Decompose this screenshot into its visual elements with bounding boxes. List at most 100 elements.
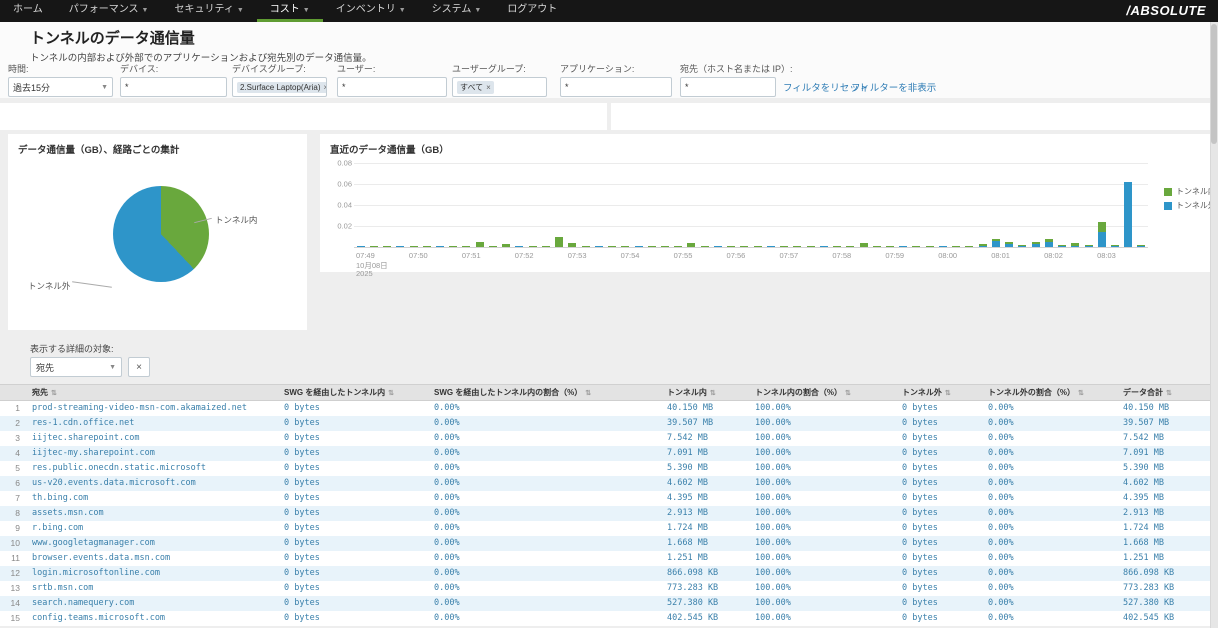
destination-host-link[interactable]: search.namequery.com	[28, 596, 280, 611]
destination-host-link[interactable]: r.bing.com	[28, 521, 280, 536]
table-row[interactable]: 12login.microsoftonline.com0 bytes0.00%8…	[0, 566, 1210, 581]
remove-chip-icon[interactable]: ×	[486, 83, 491, 92]
stacked-bar[interactable]	[1018, 245, 1026, 247]
sort-icon[interactable]: ⇅	[845, 390, 851, 397]
filter-input[interactable]: *	[120, 77, 227, 97]
nav-item[interactable]: パフォーマンス▼	[56, 0, 162, 22]
stacked-bar[interactable]	[1124, 182, 1132, 247]
column-header[interactable]: 宛先⇅	[28, 385, 280, 401]
filter-input[interactable]: *	[560, 77, 672, 97]
scrollbar[interactable]	[1210, 22, 1218, 628]
stacked-bar[interactable]	[410, 246, 418, 247]
stacked-bar[interactable]	[1085, 245, 1093, 247]
table-row[interactable]: 5res.public.onecdn.static.microsoft0 byt…	[0, 461, 1210, 476]
stacked-bar[interactable]	[635, 246, 643, 247]
column-header[interactable]: トンネル内⇅	[663, 385, 751, 401]
stacked-bar[interactable]	[807, 246, 815, 247]
stacked-bar[interactable]	[357, 246, 365, 247]
destination-host-link[interactable]: prod-streaming-video-msn-com.akamaized.n…	[28, 401, 280, 416]
nav-item[interactable]: システム▼	[419, 0, 495, 22]
filter-input[interactable]: 2.Surface Laptop(Aria)×	[232, 77, 327, 97]
stacked-bar[interactable]	[621, 246, 629, 247]
stacked-bar[interactable]	[939, 246, 947, 247]
column-header[interactable]: トンネル外⇅	[898, 385, 984, 401]
nav-item[interactable]: インベントリ▼	[323, 0, 419, 22]
stacked-bar[interactable]	[899, 246, 907, 247]
stacked-bar[interactable]	[370, 246, 378, 247]
stacked-bar[interactable]	[1071, 243, 1079, 247]
sort-icon[interactable]: ⇅	[388, 390, 394, 397]
stacked-bar[interactable]	[529, 246, 537, 247]
destination-host-link[interactable]: us-v20.events.data.microsoft.com	[28, 476, 280, 491]
table-row[interactable]: 15config.teams.microsoft.com0 bytes0.00%…	[0, 611, 1210, 626]
table-row[interactable]: 1prod-streaming-video-msn-com.akamaized.…	[0, 401, 1210, 416]
stacked-bar[interactable]	[701, 246, 709, 247]
stacked-bar[interactable]	[568, 243, 576, 247]
stacked-bar[interactable]	[489, 246, 497, 247]
sort-icon[interactable]: ⇅	[945, 390, 951, 397]
destination-host-link[interactable]: login.microsoftonline.com	[28, 566, 280, 581]
stacked-bar[interactable]	[661, 246, 669, 247]
nav-item[interactable]: ホーム	[0, 0, 56, 22]
sort-icon[interactable]: ⇅	[51, 390, 57, 397]
scrollbar-thumb[interactable]	[1211, 24, 1217, 144]
stacked-bar[interactable]	[595, 246, 603, 247]
stacked-bar[interactable]	[555, 237, 563, 247]
sort-icon[interactable]: ⇅	[585, 390, 591, 397]
nav-item[interactable]: ログアウト	[494, 0, 570, 22]
table-row[interactable]: 14search.namequery.com0 bytes0.00%527.38…	[0, 596, 1210, 611]
column-header[interactable]: データ合計⇅	[1119, 385, 1210, 401]
nav-item[interactable]: セキュリティ▼	[161, 0, 256, 22]
destination-host-link[interactable]: res-1.cdn.office.net	[28, 416, 280, 431]
stacked-bar[interactable]	[886, 246, 894, 247]
stacked-bar[interactable]	[926, 246, 934, 247]
stacked-bar[interactable]	[674, 246, 682, 247]
stacked-bar[interactable]	[515, 246, 523, 247]
stacked-bar[interactable]	[449, 246, 457, 247]
stacked-bar[interactable]	[383, 246, 391, 247]
stacked-bar[interactable]	[396, 246, 404, 247]
stacked-bar[interactable]	[714, 246, 722, 247]
stacked-bar[interactable]	[767, 246, 775, 247]
destination-host-link[interactable]: iijtec.sharepoint.com	[28, 431, 280, 446]
stacked-bar[interactable]	[476, 242, 484, 247]
table-row[interactable]: 7th.bing.com0 bytes0.00%4.395 MB100.00%0…	[0, 491, 1210, 506]
stacked-bar[interactable]	[462, 246, 470, 247]
stacked-bar[interactable]	[727, 246, 735, 247]
table-row[interactable]: 9r.bing.com0 bytes0.00%1.724 MB100.00%0 …	[0, 521, 1210, 536]
stacked-bar[interactable]	[608, 246, 616, 247]
tunnel-traffic-pie-chart[interactable]	[113, 186, 209, 282]
sort-icon[interactable]: ⇅	[1166, 390, 1172, 397]
table-row[interactable]: 10www.googletagmanager.com0 bytes0.00%1.…	[0, 536, 1210, 551]
stacked-bar[interactable]	[1111, 245, 1119, 247]
filter-select[interactable]: 過去15分▼	[8, 77, 113, 97]
table-row[interactable]: 13srtb.msn.com0 bytes0.00%773.283 KB100.…	[0, 581, 1210, 596]
stacked-bar[interactable]	[820, 246, 828, 247]
destination-host-link[interactable]: srtb.msn.com	[28, 581, 280, 596]
table-row[interactable]: 4iijtec-my.sharepoint.com0 bytes0.00%7.0…	[0, 446, 1210, 461]
destination-host-link[interactable]: iijtec-my.sharepoint.com	[28, 446, 280, 461]
table-row[interactable]: 3iijtec.sharepoint.com0 bytes0.00%7.542 …	[0, 431, 1210, 446]
stacked-bar[interactable]	[833, 246, 841, 247]
remove-chip-icon[interactable]: ×	[324, 83, 328, 92]
destination-host-link[interactable]: th.bing.com	[28, 491, 280, 506]
table-row[interactable]: 11browser.events.data.msn.com0 bytes0.00…	[0, 551, 1210, 566]
sort-icon[interactable]: ⇅	[710, 390, 716, 397]
table-row[interactable]: 6us-v20.events.data.microsoft.com0 bytes…	[0, 476, 1210, 491]
stacked-bar[interactable]	[1137, 245, 1145, 247]
table-row[interactable]: 2res-1.cdn.office.net0 bytes0.00%39.507 …	[0, 416, 1210, 431]
stacked-bar[interactable]	[502, 244, 510, 247]
stacked-bar[interactable]	[582, 246, 590, 247]
stacked-bar[interactable]	[1058, 245, 1066, 247]
stacked-bar[interactable]	[436, 246, 444, 247]
destination-host-link[interactable]: browser.events.data.msn.com	[28, 551, 280, 566]
stacked-bar[interactable]	[423, 246, 431, 247]
stacked-bar[interactable]	[780, 246, 788, 247]
destination-host-link[interactable]: assets.msn.com	[28, 506, 280, 521]
column-header[interactable]: SWG を経由したトンネル内の割合（%）⇅	[430, 385, 663, 401]
stacked-bar[interactable]	[648, 246, 656, 247]
stacked-bar[interactable]	[952, 246, 960, 247]
column-header[interactable]: トンネル外の割合（%）⇅	[984, 385, 1119, 401]
stacked-bar[interactable]	[860, 243, 868, 247]
stacked-bar[interactable]	[793, 246, 801, 247]
